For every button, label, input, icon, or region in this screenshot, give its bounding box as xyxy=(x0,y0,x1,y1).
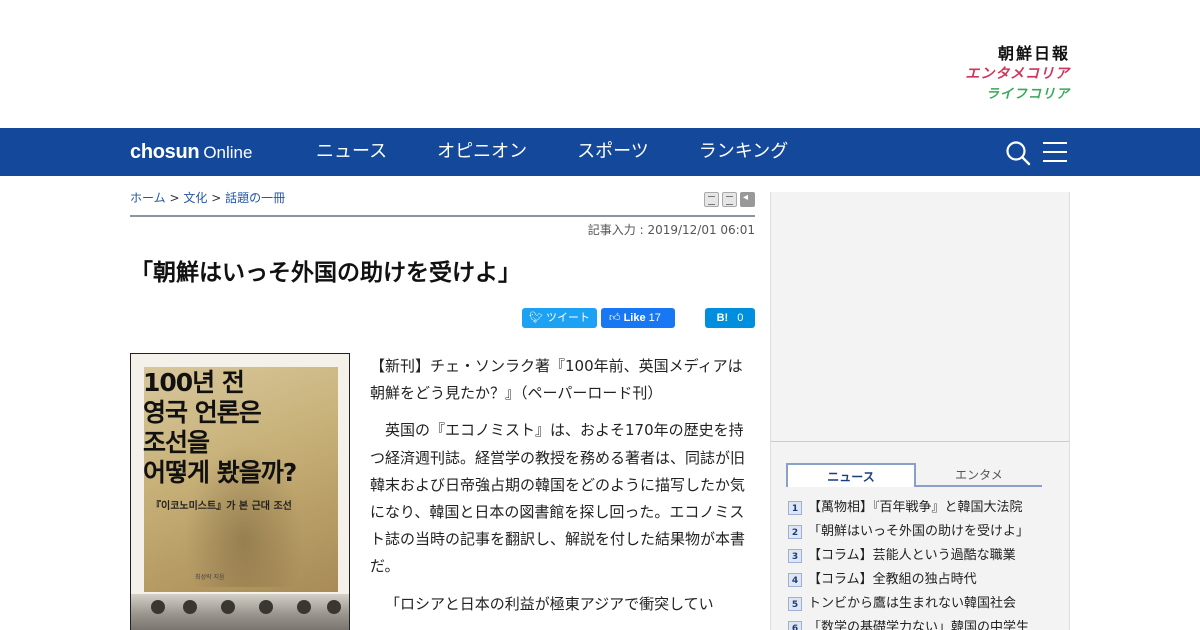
book-cover-author: 최성락 지음 xyxy=(195,574,225,581)
ranking-link[interactable]: 【萬物相】『百年戦争』と韓国大法院 xyxy=(808,500,1023,516)
hatena-bookmark-button[interactable]: B! 0 xyxy=(705,308,755,328)
nav-item-opinion[interactable]: オピニオン xyxy=(437,128,527,176)
ranking-item[interactable]: 2 「朝鮮はいっそ外国の助けを受けよ」 xyxy=(788,524,1058,548)
ranking-list: 1 【萬物相】『百年戦争』と韓国大法院 2 「朝鮮はいっそ外国の助けを受けよ」 3 【… xyxy=(788,500,1058,630)
book-cover-title: 100년 전 영국 언론은 조선을 어떻게 봤을까? xyxy=(143,368,297,487)
twitter-bird-icon: 🐦︎ xyxy=(528,312,543,324)
logo-light-text: Online xyxy=(203,143,253,162)
breadcrumb-subcategory[interactable]: 話題の一冊 xyxy=(225,191,285,205)
sidebar: ニュース エンタメ 1 【萬物相】『百年戦争』と韓国大法院 2 「朝鮮はいっそ外国の… xyxy=(770,192,1070,630)
like-count: 17 xyxy=(648,312,661,324)
print-icon[interactable] xyxy=(704,192,719,207)
article-tools xyxy=(704,192,755,207)
life-korea-logo[interactable]: ライフコリア xyxy=(930,86,1070,104)
ranking-link[interactable]: トンビから鷹は生まれない韓国社会 xyxy=(808,596,1016,612)
rank-number: 5 xyxy=(788,597,802,611)
hatena-label: B! xyxy=(716,312,729,324)
tweet-button[interactable]: 🐦︎ ツイート xyxy=(522,308,597,328)
ranking-link[interactable]: 【コラム】全教組の独占時代 xyxy=(808,572,977,588)
article-date: 記事入力 : 2019/12/01 06:01 xyxy=(587,223,755,237)
ranking-item[interactable]: 3 【コラム】芸能人という過酷な職業 xyxy=(788,548,1058,572)
ranking-link[interactable]: 「数学の基礎学力ない」韓国の中学生 xyxy=(808,620,1029,630)
book-cover-subtitle: 『이코노미스트』가 본 근대 조선 xyxy=(151,501,292,512)
article-paragraph: 「ロシアと日本の利益が極東アジアで衝突してい xyxy=(385,594,714,613)
rank-number: 6 xyxy=(788,621,802,630)
rank-number: 2 xyxy=(788,525,802,539)
nav-item-news[interactable]: ニュース xyxy=(316,128,387,176)
ranking-item[interactable]: 1 【萬物相】『百年戦争』と韓国大法院 xyxy=(788,500,1058,524)
main-nav-bar: chosun Online ニュース オピニオン スポーツ ランキング xyxy=(0,128,1200,176)
header-divider xyxy=(130,215,755,217)
tweet-label: ツイート xyxy=(546,312,591,324)
nav-item-sports[interactable]: スポーツ xyxy=(577,128,649,176)
article-body: 【新刊】チェ・ソンラク著『100年前、英国メディアは朝鮮をどう見たか？』（ペーパ… xyxy=(370,353,755,628)
logo-bold-text: chosun xyxy=(130,141,200,163)
like-label: Like xyxy=(623,312,646,324)
ranking-link[interactable]: 「朝鮮はいっそ外国の助けを受けよ」 xyxy=(808,524,1029,540)
entame-korea-logo[interactable]: エンタメコリア xyxy=(930,64,1070,86)
breadcrumb-separator: > xyxy=(211,191,222,205)
ranking-item[interactable]: 6 「数学の基礎学力ない」韓国の中学生 xyxy=(788,620,1058,630)
tab-news[interactable]: ニュース xyxy=(786,463,916,487)
breadcrumb-home[interactable]: ホーム xyxy=(130,191,166,205)
rank-number: 4 xyxy=(788,573,802,587)
thumbs-up-icon: 👍︎ xyxy=(609,312,621,324)
ranking-item[interactable]: 4 【コラム】全教組の独占時代 xyxy=(788,572,1058,596)
ranking-link[interactable]: 【コラム】芸能人という過酷な職業 xyxy=(808,548,1016,564)
breadcrumb: ホーム > 文化 > 話題の一冊 xyxy=(130,190,285,206)
facebook-like-button[interactable]: 👍︎ Like 17 xyxy=(601,308,675,328)
article-paragraph: 英国の『エコノミスト』は、およそ170年の歴史を持つ経済週刊誌。経営学の教授を務… xyxy=(370,421,746,576)
hatena-count: 0 xyxy=(737,312,744,324)
article-paragraph: 【新刊】チェ・ソンラク著『100年前、英国メディアは朝鮮をどう見たか？』（ペーパ… xyxy=(370,357,743,403)
back-arrow-icon[interactable] xyxy=(740,192,755,207)
nav-menu: ニュース オピニオン スポーツ ランキング xyxy=(316,128,838,176)
article-title: 「朝鮮はいっそ外国の助けを受けよ」 xyxy=(130,260,521,286)
breadcrumb-separator: > xyxy=(169,191,180,205)
ranking-tabs: ニュース エンタメ xyxy=(786,463,1042,487)
search-icon[interactable] xyxy=(1005,140,1031,166)
brand-links: 朝鮮日報 エンタメコリア ライフコリア xyxy=(930,44,1070,104)
font-size-icon[interactable] xyxy=(722,192,737,207)
ad-slot xyxy=(771,192,1069,442)
tab-entame[interactable]: エンタメ xyxy=(916,463,1042,487)
breadcrumb-category[interactable]: 文化 xyxy=(183,191,207,205)
nav-item-ranking[interactable]: ランキング xyxy=(699,128,788,176)
book-cover-group-photo xyxy=(131,594,349,630)
rank-number: 1 xyxy=(788,501,802,515)
rank-number: 3 xyxy=(788,549,802,563)
chosun-ilbo-logo[interactable]: 朝鮮日報 xyxy=(930,44,1070,64)
book-cover-image: 100년 전 영국 언론은 조선을 어떻게 봤을까? 『이코노미스트』가 본 근… xyxy=(130,353,350,630)
chosun-online-logo[interactable]: chosun Online xyxy=(130,140,252,165)
ranking-item[interactable]: 5 トンビから鷹は生まれない韓国社会 xyxy=(788,596,1058,620)
hamburger-menu-icon[interactable] xyxy=(1043,141,1067,163)
